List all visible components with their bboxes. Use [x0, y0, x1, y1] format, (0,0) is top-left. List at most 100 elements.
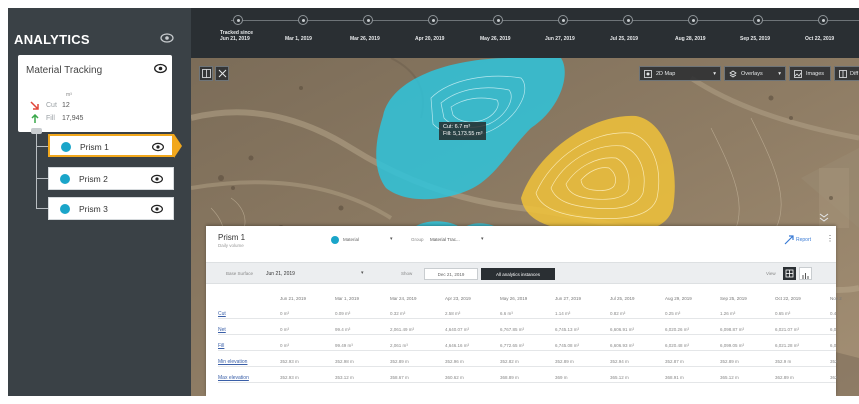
tree-connector [36, 146, 48, 147]
table-column-header: Jul 25, 2019 [610, 296, 635, 301]
timeline-date[interactable]: May 26, 2019 [480, 36, 511, 42]
table-cell: 352.93 m [280, 375, 299, 380]
table-cell: 352.93 m [280, 359, 299, 364]
table-column-header: Jun 27, 2019 [555, 296, 582, 301]
chevron-down-icon[interactable]: ▾ [390, 236, 393, 242]
map-mode-select[interactable]: 2D Map ▾ [639, 66, 721, 81]
table-view-button[interactable] [783, 267, 796, 280]
timeline-node[interactable] [233, 15, 243, 25]
table-cell: 352.9 m [775, 359, 792, 364]
table-cell: 352.89 m [555, 359, 574, 364]
prism-color-dot [61, 142, 71, 152]
timeline-date[interactable]: Mar 1, 2019 [285, 36, 312, 42]
table-column-header: May 26, 2019 [500, 296, 528, 301]
table-cell: 360.62 m [445, 375, 464, 380]
table-cell: 368.91 m [665, 375, 684, 380]
tools-button[interactable] [215, 66, 229, 81]
table-cell: 0 m³ [280, 343, 289, 348]
timeline-node[interactable] [623, 15, 633, 25]
cut-value: 12 [62, 102, 70, 109]
prism-item-1[interactable]: Prism 1 [48, 134, 174, 157]
volume-unit: m³ [66, 92, 72, 98]
visibility-eye-icon[interactable] [160, 32, 174, 44]
overlays-select[interactable]: Overlays ▾ [724, 66, 786, 81]
timeline-node[interactable] [298, 15, 308, 25]
timeline-date[interactable]: Sep 25, 2019 [740, 36, 770, 42]
fill-value: 17,945 [62, 115, 84, 122]
tree-connector [36, 132, 37, 208]
bar-chart-icon [802, 273, 809, 279]
table-cell: 6,0 [830, 327, 837, 332]
eye-icon[interactable] [151, 174, 163, 184]
row-label-link[interactable]: Max elevation [218, 375, 249, 381]
base-surface-select[interactable]: Jun 21, 2019 [266, 271, 295, 277]
timeline-node[interactable] [363, 15, 373, 25]
table-cell: 99.49 m³ [335, 343, 353, 348]
table-cell: 6,098.87 m³ [720, 327, 745, 332]
prism-item-2[interactable]: Prism 2 [48, 167, 174, 190]
table-cell: 99.4 m³ [335, 327, 351, 332]
prism-color-dot [60, 204, 70, 214]
row-label-link[interactable]: Cut [218, 311, 226, 317]
material-select[interactable]: Material [343, 237, 359, 242]
diff-button[interactable]: Diff [834, 66, 859, 81]
prism-label: Prism 3 [79, 204, 108, 214]
collapse-chevron-icon[interactable] [817, 213, 831, 223]
table-cell: 0.82 m³ [610, 311, 626, 316]
material-tracking-card[interactable]: Material Tracking m³ Cut 12 Fill 17,945 [18, 55, 172, 132]
table-cell: 352.96 m [445, 359, 464, 364]
cut-arrow-icon [30, 100, 39, 110]
timeline-node[interactable] [428, 15, 438, 25]
more-options-icon[interactable]: ⋮ [826, 234, 834, 243]
table-cell: 0.4 [830, 311, 837, 316]
chevron-down-icon[interactable]: ▾ [361, 270, 364, 276]
table-cell: 4,640.07 m³ [445, 327, 470, 332]
table-cell: 6,020.26 m³ [665, 327, 690, 332]
prism-label: Prism 1 [80, 142, 109, 152]
timeline-date[interactable]: Jul 25, 2019 [610, 36, 638, 42]
eye-icon[interactable] [152, 142, 164, 152]
table-cell: 362.89 m [775, 375, 794, 380]
tree-connector [36, 178, 48, 179]
timeline-date[interactable]: Aug 28, 2019 [675, 36, 706, 42]
eye-icon[interactable] [151, 204, 163, 214]
table-cell: 6,606.93 m³ [610, 343, 635, 348]
chart-view-button[interactable] [799, 267, 812, 280]
cut-summary-row: Cut 12 [30, 100, 70, 111]
table-cell: 4,646.16 m³ [445, 343, 470, 348]
row-label-link[interactable]: Net [218, 327, 226, 333]
row-label-link[interactable]: Min elevation [218, 359, 247, 365]
table-row: Max elevation 352.93 m 353.12 m 358.67 m 360… [218, 372, 838, 383]
show-label: Show [401, 271, 413, 276]
material-color-dot [331, 236, 339, 244]
material-tracking-title: Material Tracking [26, 65, 103, 76]
timeline-node[interactable] [818, 15, 828, 25]
eye-icon[interactable] [154, 63, 167, 74]
all-instances-button[interactable]: All analytics instances [481, 268, 555, 280]
chevron-down-icon[interactable]: ▾ [481, 236, 484, 242]
timeline-date[interactable]: Mar 26, 2019 [350, 36, 380, 42]
single-date-button[interactable]: Dec 21, 2019 [424, 268, 478, 280]
group-select[interactable]: Material Trac... [430, 237, 460, 242]
view-label: View [766, 271, 776, 276]
report-icon[interactable] [784, 235, 794, 245]
timeline-node[interactable] [753, 15, 763, 25]
chevron-down-icon: ▾ [713, 70, 716, 77]
table-cell: 2,061.49 m³ [390, 327, 415, 332]
timeline-node[interactable] [493, 15, 503, 25]
row-label-link[interactable]: Fill [218, 343, 224, 349]
images-button[interactable]: Images [789, 66, 831, 81]
timeline-date[interactable]: Jun 27, 2019 [545, 36, 575, 42]
tooltip-fill: Fill: 5,173.55 m³ [443, 131, 483, 137]
table-cell: 0.25 m³ [665, 311, 681, 316]
layers-button[interactable] [199, 66, 213, 81]
timeline-date[interactable]: Apr 20, 2019 [415, 36, 444, 42]
tree-collapse-handle[interactable] [31, 128, 42, 134]
timeline-date[interactable]: Tracked since Jun 21, 2019 [220, 30, 253, 42]
report-link[interactable]: Report [796, 237, 811, 243]
fill-label: Fill [46, 115, 55, 122]
prism-item-3[interactable]: Prism 3 [48, 197, 174, 220]
timeline-node[interactable] [558, 15, 568, 25]
timeline-date[interactable]: Oct 22, 2019 [805, 36, 834, 42]
timeline-node[interactable] [688, 15, 698, 25]
